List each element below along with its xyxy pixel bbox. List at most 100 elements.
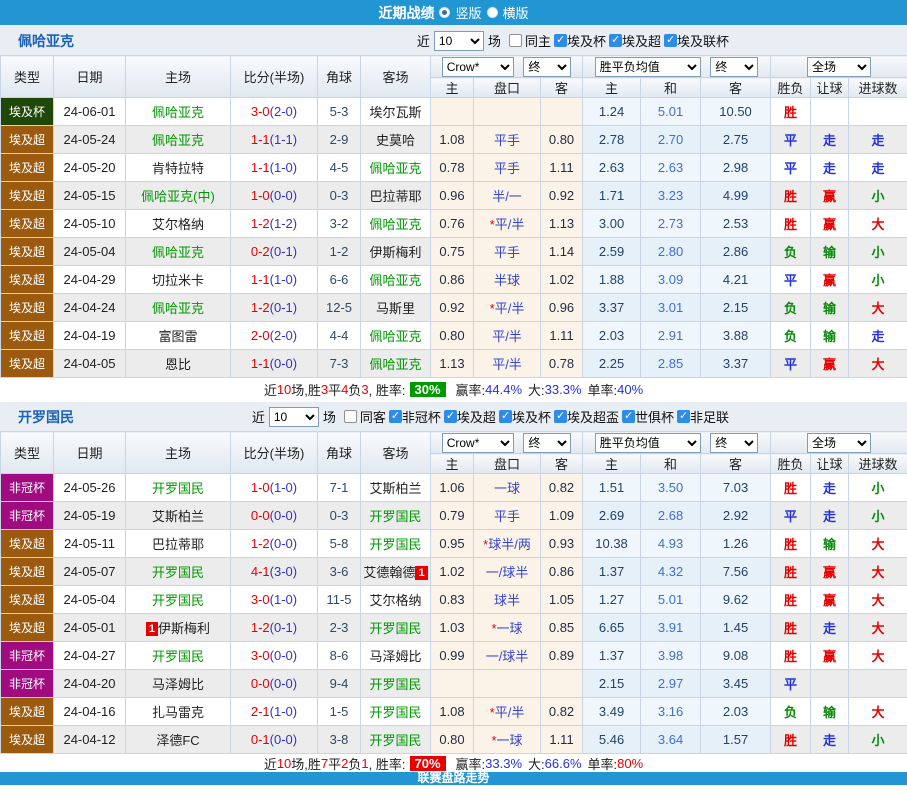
- team-name-text: 肯特拉特: [152, 161, 204, 176]
- vertical-layout-radio[interactable]: [439, 7, 450, 18]
- avg-type-select[interactable]: 胜平负均值: [595, 57, 701, 77]
- competition-filters: 埃及杯埃及超埃及联杯: [551, 31, 729, 50]
- competition-filter: 埃及超盃: [554, 407, 619, 426]
- handicap-text: 平/半: [495, 705, 525, 720]
- competition-checkbox[interactable]: [664, 34, 677, 47]
- odds-time-select[interactable]: 终: [523, 57, 571, 77]
- competition-checkbox[interactable]: [554, 34, 567, 47]
- odds-home: 1.13: [431, 350, 474, 378]
- team-name-text: 巴拉蒂耶: [152, 537, 204, 552]
- avg-time-select[interactable]: 终: [710, 433, 758, 453]
- match-team: 开罗国民: [361, 726, 431, 754]
- match-row: 埃及杯24-06-01佩哈亚克3-0(2-0)5-3埃尔瓦斯1.245.0110…: [1, 98, 907, 126]
- final-score: 0-0: [251, 508, 270, 523]
- summary-text: 10: [277, 756, 291, 771]
- competition-checkbox[interactable]: [389, 410, 402, 423]
- match-team: 1伊斯梅利: [126, 614, 231, 642]
- col-header-handicap: 盘口: [474, 78, 541, 98]
- competition-checkbox[interactable]: [677, 410, 690, 423]
- avg-draw-odds: 3.91: [641, 614, 701, 642]
- competition-label: 世俱杯: [635, 407, 674, 426]
- match-team: 扎马雷克: [126, 698, 231, 726]
- team-name-text: 佩哈亚克: [369, 273, 421, 288]
- result-goals: 大: [849, 642, 907, 670]
- section-header: 开罗国民 近 10 场 同客 非冠杯埃及超埃及杯埃及超盃世俱杯非足联: [0, 401, 907, 431]
- team-name-text: 开罗国民: [369, 509, 421, 524]
- competition-label: 埃及超盃: [567, 407, 619, 426]
- result-scope-select[interactable]: 全场: [807, 433, 871, 453]
- match-team: 开罗国民: [361, 530, 431, 558]
- competition-checkbox[interactable]: [622, 410, 635, 423]
- result-wdl: 负: [771, 238, 811, 266]
- avg-home-odds: 2.59: [583, 238, 641, 266]
- odds-handicap: 平/半: [474, 350, 541, 378]
- half-score: (0-1): [270, 620, 297, 635]
- result-goals: 走: [849, 154, 907, 182]
- odds-away: 0.82: [541, 474, 583, 502]
- match-date: 24-04-20: [54, 670, 126, 698]
- final-score: 1-1: [251, 272, 270, 287]
- result-wdl: 胜: [771, 474, 811, 502]
- avg-draw-odds: 3.50: [641, 474, 701, 502]
- odds-company-select[interactable]: Crow*: [442, 57, 514, 77]
- match-row: 埃及超24-05-011伊斯梅利1-2(0-1)2-3开罗国民1.03*一球0.…: [1, 614, 907, 642]
- match-count-select[interactable]: 10: [434, 31, 484, 51]
- col-header-odds-away: 客: [541, 78, 583, 98]
- odds-away: 1.05: [541, 586, 583, 614]
- competition-checkbox[interactable]: [554, 410, 567, 423]
- summary-row: 近10场,胜7平2负1, 胜率:70%赢率:33.3%大:66.6%单率:80%: [0, 754, 907, 772]
- avg-home-odds: 1.37: [583, 642, 641, 670]
- match-team: 佩哈亚克: [126, 98, 231, 126]
- handicap-text: 平手: [494, 133, 520, 148]
- odds-handicap: [474, 670, 541, 698]
- avg-draw-odds: 3.09: [641, 266, 701, 294]
- match-score: 1-2(1-2): [231, 210, 318, 238]
- top-bar: 近期战绩 竖版 横版: [0, 0, 907, 25]
- final-score: 0-2: [251, 244, 270, 259]
- match-corners: 3-6: [318, 558, 361, 586]
- competition-label: 埃及联杯: [677, 31, 729, 50]
- match-type: 埃及超: [1, 698, 54, 726]
- avg-home-odds: 2.03: [583, 322, 641, 350]
- half-score: (0-0): [270, 648, 297, 663]
- odds-handicap: 平手: [474, 238, 541, 266]
- result-wdl: 胜: [771, 558, 811, 586]
- avg-type-select[interactable]: 胜平负均值: [595, 433, 701, 453]
- odds-home: [431, 98, 474, 126]
- avg-away-odds: 9.62: [701, 586, 771, 614]
- odds-handicap: 一/球半: [474, 642, 541, 670]
- result-scope-select[interactable]: 全场: [807, 57, 871, 77]
- match-count-select[interactable]: 10: [269, 407, 319, 427]
- avg-away-odds: 2.53: [701, 210, 771, 238]
- result-goals: 走: [849, 322, 907, 350]
- match-team: 马斯里: [361, 294, 431, 322]
- odds-time-select[interactable]: 终: [523, 433, 571, 453]
- odds-home: 1.08: [431, 698, 474, 726]
- avg-time-select[interactable]: 终: [710, 57, 758, 77]
- match-rows: 埃及杯24-06-01佩哈亚克3-0(2-0)5-3埃尔瓦斯1.245.0110…: [1, 98, 907, 378]
- competition-checkbox[interactable]: [609, 34, 622, 47]
- result-handicap: 走: [811, 126, 849, 154]
- team-name-text: 埃尔瓦斯: [369, 105, 421, 120]
- same-side-checkbox[interactable]: [344, 410, 357, 423]
- col-header-avg-draw: 和: [641, 78, 701, 98]
- same-side-filter: 同主: [509, 31, 551, 50]
- match-row: 埃及超24-05-11巴拉蒂耶1-2(0-0)5-8开罗国民0.95*球半/两0…: [1, 530, 907, 558]
- odds-away: 0.89: [541, 642, 583, 670]
- team-name-text: 开罗国民: [152, 565, 204, 580]
- odds-company-select[interactable]: Crow*: [442, 433, 514, 453]
- half-score: (3-0): [270, 564, 297, 579]
- horizontal-layout-radio[interactable]: [487, 7, 498, 18]
- half-score: (1-0): [270, 160, 297, 175]
- same-side-checkbox[interactable]: [509, 34, 522, 47]
- team-name-text: 佩哈亚克(中): [141, 189, 215, 204]
- team-name-text: 佩哈亚克: [152, 245, 204, 260]
- competition-checkbox[interactable]: [444, 410, 457, 423]
- result-handicap: 输: [811, 238, 849, 266]
- match-team: 艾斯柏兰: [361, 474, 431, 502]
- competition-checkbox[interactable]: [499, 410, 512, 423]
- result-handicap: 走: [811, 614, 849, 642]
- match-date: 24-05-04: [54, 586, 126, 614]
- col-header-handicap-result: 让球: [811, 78, 849, 98]
- avg-home-odds: 1.71: [583, 182, 641, 210]
